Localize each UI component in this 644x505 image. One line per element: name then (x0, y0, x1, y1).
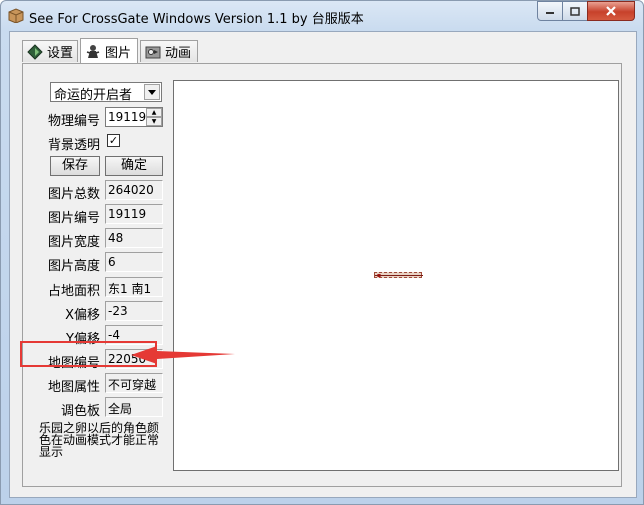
total-images-row: 图片总数 264020 (23, 180, 163, 202)
image-height-field: 6 (105, 252, 163, 272)
palette-label: 调色板 (60, 404, 100, 419)
tab-animation[interactable]: 动画 (140, 40, 198, 62)
bg-transparent-label: 背景透明 (47, 138, 100, 153)
minimize-icon (546, 12, 554, 14)
map-attr-row: 地图属性 不可穿越 (23, 373, 163, 395)
annotation-arrow-icon (131, 346, 235, 364)
tab-images-label: 图片 (105, 45, 132, 61)
x-offset-label: X偏移 (65, 308, 100, 323)
save-button[interactable]: 保存 (50, 156, 100, 176)
maximize-button[interactable] (562, 1, 588, 21)
color-note: 乐园之卵以后的角色颜色在动画模式才能正常显示 (39, 421, 160, 459)
tab-settings[interactable]: 设置 (22, 40, 78, 62)
title-bar[interactable]: See For CrossGate Windows Version 1.1 by… (1, 1, 643, 31)
close-button[interactable] (587, 1, 635, 21)
image-id-label: 图片编号 (47, 211, 100, 226)
image-width-label: 图片宽度 (47, 235, 100, 250)
tab-settings-label: 设置 (46, 46, 73, 61)
x-offset-field: -23 (105, 301, 163, 321)
bg-transparent-checkbox[interactable]: ✓ (107, 134, 120, 147)
character-icon (86, 45, 100, 58)
chevron-down-icon[interactable] (144, 84, 160, 100)
total-images-field: 264020 (105, 180, 163, 200)
bg-transparent-row: 背景透明 ✓ (23, 131, 163, 153)
category-select-value: 命运的开启者 (54, 88, 133, 103)
physical-id-row: 物理编号 19119 ▲ ▼ (23, 107, 163, 129)
settings-diamond-icon (27, 43, 43, 60)
maximize-icon (570, 6, 580, 16)
x-offset-row: X偏移 -23 (23, 301, 163, 323)
category-select[interactable]: 命运的开启者 (50, 82, 162, 103)
client-area: 设置 图片 动画 命运的开启者 物理编号 19119 ▲ ▼ 背景透明 ✓ 保存… (9, 31, 637, 498)
minimize-button[interactable] (537, 1, 563, 21)
properties-column: 命运的开启者 物理编号 19119 ▲ ▼ 背景透明 ✓ 保存 确定 图片总数 … (23, 64, 163, 486)
app-window: See For CrossGate Windows Version 1.1 by… (0, 0, 644, 505)
palette-row: 调色板 全局 (23, 397, 163, 419)
physical-id-input[interactable]: 19119 ▲ ▼ (105, 107, 163, 127)
confirm-button[interactable]: 确定 (105, 156, 163, 176)
physical-id-label: 物理编号 (47, 114, 100, 129)
spin-up-icon[interactable]: ▲ (146, 108, 162, 117)
image-height-label: 图片高度 (47, 259, 100, 274)
tab-animation-label: 动画 (165, 46, 192, 61)
images-tab-panel: 命运的开启者 物理编号 19119 ▲ ▼ 背景透明 ✓ 保存 确定 图片总数 … (22, 63, 622, 487)
physical-id-spinner[interactable]: ▲ ▼ (146, 108, 162, 126)
image-id-field: 19119 (105, 204, 163, 224)
image-height-row: 图片高度 6 (23, 252, 163, 274)
map-attr-label: 地图属性 (47, 380, 100, 395)
app-box-icon (8, 8, 24, 23)
physical-id-value: 19119 (108, 110, 147, 124)
spin-down-icon[interactable]: ▼ (146, 117, 162, 126)
close-icon (606, 6, 616, 16)
image-id-row: 图片编号 19119 (23, 204, 163, 226)
sprite-preview (374, 272, 423, 278)
tab-images[interactable]: 图片 (80, 38, 138, 63)
image-width-row: 图片宽度 48 (23, 228, 163, 250)
image-width-field: 48 (105, 228, 163, 248)
footprint-field: 东1 南1 (105, 277, 163, 297)
footprint-label: 占地面积 (47, 284, 100, 299)
action-buttons-row: 保存 确定 (23, 156, 163, 178)
palette-field: 全局 (105, 397, 163, 417)
footprint-row: 占地面积 东1 南1 (23, 277, 163, 299)
total-images-label: 图片总数 (47, 187, 100, 202)
image-preview-canvas[interactable] (173, 80, 619, 471)
animation-icon (145, 46, 161, 58)
window-title: See For CrossGate Windows Version 1.1 by… (29, 12, 364, 27)
map-attr-field: 不可穿越 (105, 373, 163, 393)
